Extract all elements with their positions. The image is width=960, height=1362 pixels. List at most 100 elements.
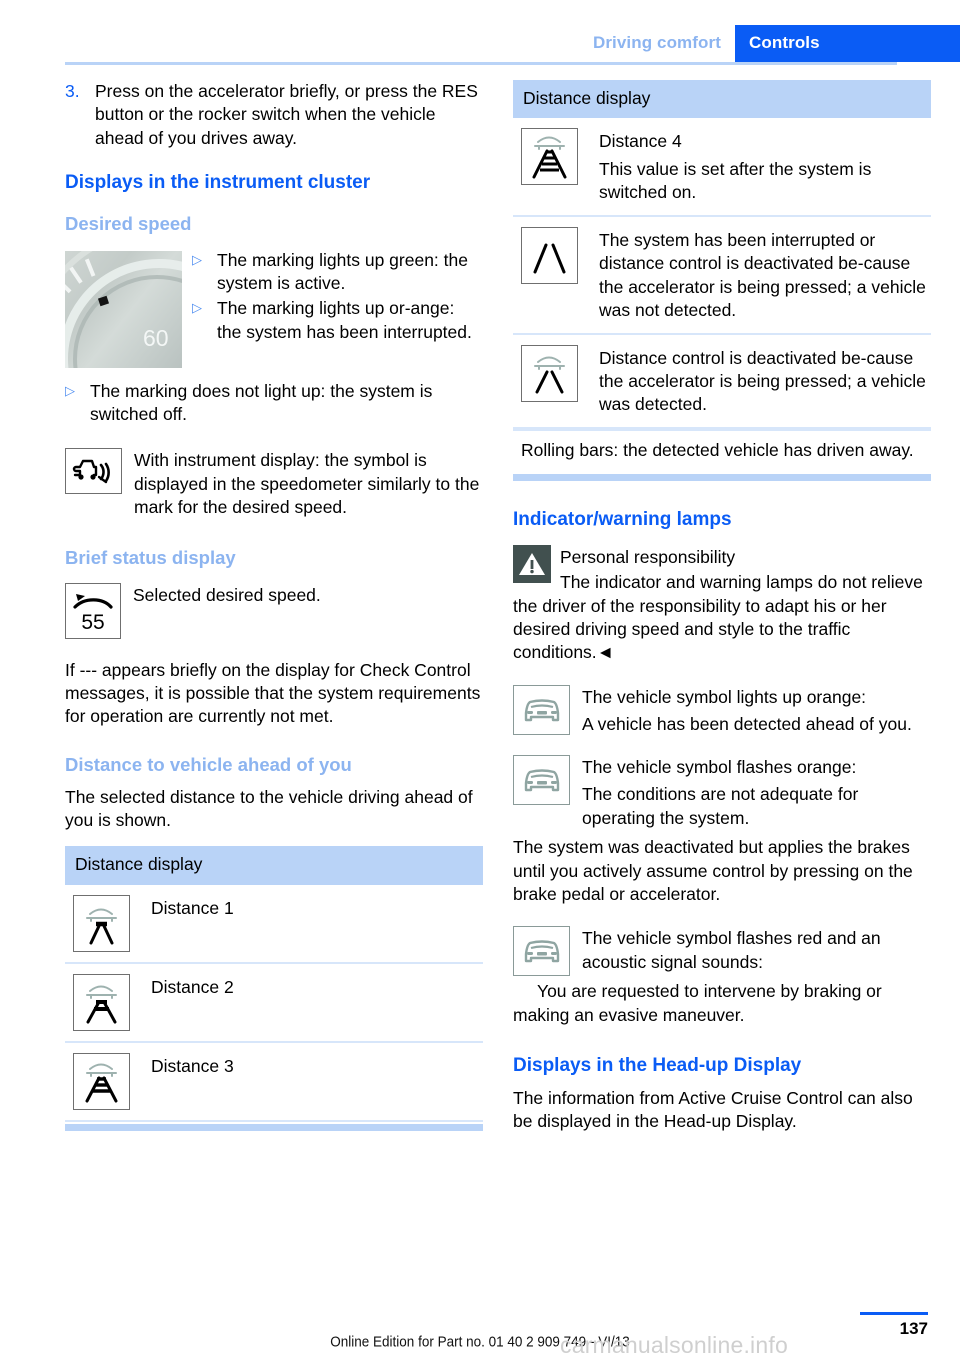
lane-only-glyph [533, 243, 566, 274]
vehicle-symbol-icon [513, 684, 570, 735]
distance-1-glyph [86, 908, 117, 945]
distance-3-label: Distance 3 [151, 1055, 234, 1076]
instrument-display-row: With instrument display: the symbol is d… [65, 448, 483, 519]
vehicle-symbol-box [513, 754, 570, 830]
header-rule [65, 62, 897, 65]
acc-car-glyph [72, 460, 110, 484]
lamp-text-block: The vehicle symbol flashes orange: The c… [582, 755, 931, 830]
distance-4-icon [521, 128, 578, 186]
distance-4-glyph [532, 136, 567, 179]
personal-responsibility-block: Personal responsibility The indicator an… [513, 543, 931, 665]
brief-status-text: Selected desired speed. [133, 584, 321, 605]
left-column: 3. Press on the accelerator briefly, or … [65, 80, 483, 1131]
table-row: Distance 4 This value is set after the s… [513, 118, 931, 217]
subheading-brief-status: Brief status display [65, 546, 236, 568]
distance-4-icon-cell [521, 128, 599, 204]
breadcrumb-section[interactable]: Controls [735, 25, 960, 62]
desired-speed-55-glyph: 55 [73, 593, 113, 634]
distance-4-label: Distance 4 [599, 131, 682, 152]
subheading-distance-to-vehicle: Distance to vehicle ahead of you [65, 753, 352, 775]
step-number: 3. [65, 81, 80, 101]
subheading-desired-speed: Desired speed [65, 212, 192, 234]
vehicle-symbol-box [513, 684, 570, 737]
table-header-distance-display: Distance display [513, 80, 931, 119]
distance-display-table-left: Distance display Distance 1 Distance 2 D… [65, 846, 483, 1131]
triangle-bullet-icon: ▷ [192, 300, 202, 316]
bullet-text: The marking does not light up: the syste… [90, 380, 433, 424]
vehicle-symbol-box [513, 926, 570, 977]
car-lane-icon [521, 344, 578, 402]
header-tabs: Driving comfort Controls [578, 25, 960, 62]
distance-4-text: This value is set after the system is sw… [599, 158, 872, 203]
breadcrumb-chapter[interactable]: Driving comfort [578, 25, 735, 62]
step-text: Press on the accelerator briefly, or pre… [95, 81, 478, 148]
vehicle-symbol-glyph [524, 699, 559, 722]
lamp-row-orange-flashing: The vehicle symbol flashes orange: The c… [513, 754, 931, 830]
red-lamp-line2: You are requested to intervene by brakin… [513, 981, 882, 1025]
list-item: ▷ The marking lights up green: the syste… [192, 249, 483, 296]
desired-speed-figure-block: 60 ▷ The marking lights up green: the sy… [65, 249, 483, 372]
heading-head-up-display: Displays in the Head-up Display [513, 1055, 802, 1077]
table-row: Distance 1 [65, 885, 483, 964]
vehicle-symbol-glyph [524, 940, 559, 963]
table-header-distance-display: Distance display [65, 846, 483, 885]
red-lamp-line1: The vehicle symbol flashes red and an ac… [582, 928, 881, 972]
table-row: Distance 3 [65, 1043, 483, 1122]
lane-only-icon [521, 226, 578, 284]
lane-only-icon-cell [521, 226, 599, 323]
lamp-line1: The vehicle symbol lights up orange: [582, 686, 867, 707]
table-bottom-rule [513, 474, 931, 482]
distance-3-icon-cell [73, 1052, 151, 1110]
distance-3-icon [73, 1052, 130, 1110]
lane-only-text: The system has been interrupted or dista… [599, 229, 926, 321]
distance-2-glyph [86, 985, 117, 1024]
hud-text: The information from Active Cruise Contr… [513, 1087, 913, 1132]
vehicle-symbol-glyph [524, 769, 559, 791]
svg-text:55: 55 [81, 611, 104, 634]
table-row: Distance control is deactivated be-cause… [513, 335, 931, 429]
lamp-text-block: The vehicle symbol lights up orange: A v… [582, 685, 931, 737]
distance-2-icon [73, 973, 130, 1031]
table-row: The system has been interrupted or dista… [513, 217, 931, 335]
numbered-step-3: 3. Press on the accelerator briefly, or … [65, 80, 483, 150]
warning-title: Personal responsibility [560, 546, 736, 567]
lamp-line2: The conditions are not adequate for oper… [582, 784, 859, 828]
warning-triangle-icon [513, 544, 551, 583]
distance-4-cell: Distance 4 This value is set after the s… [599, 128, 931, 204]
speedometer-image: 60 [65, 250, 182, 368]
table-bottom-rule [65, 1123, 483, 1131]
car-lane-glyph [534, 356, 565, 393]
distance-intro-text: The selected distance to the vehicle dri… [65, 786, 473, 831]
bullet-text: The marking lights up or-ange: the syste… [217, 298, 472, 342]
warning-triangle-glyph [519, 552, 545, 575]
warning-body: The indicator and warning lamps do not r… [513, 572, 923, 663]
deactivated-text: The system was deactivated but applies t… [513, 837, 913, 904]
lamp-line2: A vehicle has been detected ahead of you… [582, 714, 912, 735]
brief-status-row: 55 Selected desired speed. [65, 582, 483, 639]
instrument-display-text: With instrument display: the symbol is d… [134, 450, 480, 518]
heading-indicator-warning-lamps: Indicator/warning lamps [513, 509, 732, 531]
lamp-row-red-flashing: The vehicle symbol flashes red and an ac… [513, 926, 931, 977]
distance-1-icon [73, 894, 130, 952]
distance-1-label: Distance 1 [151, 897, 234, 918]
right-column: Distance display Distance 4 This value i… [513, 80, 931, 1134]
bullet-text: The marking lights up green: the system … [217, 249, 468, 293]
vehicle-symbol-icon [513, 754, 570, 805]
list-item: ▷ The marking does not light up: the sys… [65, 380, 483, 427]
brief-status-symbol-box: 55 [65, 582, 121, 639]
desired-speed-bullets-2: ▷ The marking does not light up: the sys… [65, 380, 483, 427]
footer-rule [860, 1312, 928, 1315]
distance-2-icon-cell [73, 973, 151, 1031]
triangle-bullet-icon: ▷ [192, 251, 202, 267]
check-control-text: If --- appears briefly on the display fo… [65, 659, 481, 727]
watermark: carmanualsonline.info [560, 1332, 788, 1358]
table-row: Distance 2 [65, 964, 483, 1043]
lamp-line1: The vehicle symbol flashes orange: [582, 756, 857, 777]
vehicle-symbol-icon [513, 926, 570, 977]
car-lane-icon-cell [521, 344, 599, 417]
distance-3-glyph [85, 1063, 118, 1103]
speedo-value-60: 60 [143, 324, 169, 351]
car-lane-text: Distance control is deactivated be-cause… [599, 347, 926, 415]
lamp-row-orange-steady: The vehicle symbol lights up orange: A v… [513, 684, 931, 737]
list-item: ▷ The marking lights up or-ange: the sys… [192, 297, 483, 344]
